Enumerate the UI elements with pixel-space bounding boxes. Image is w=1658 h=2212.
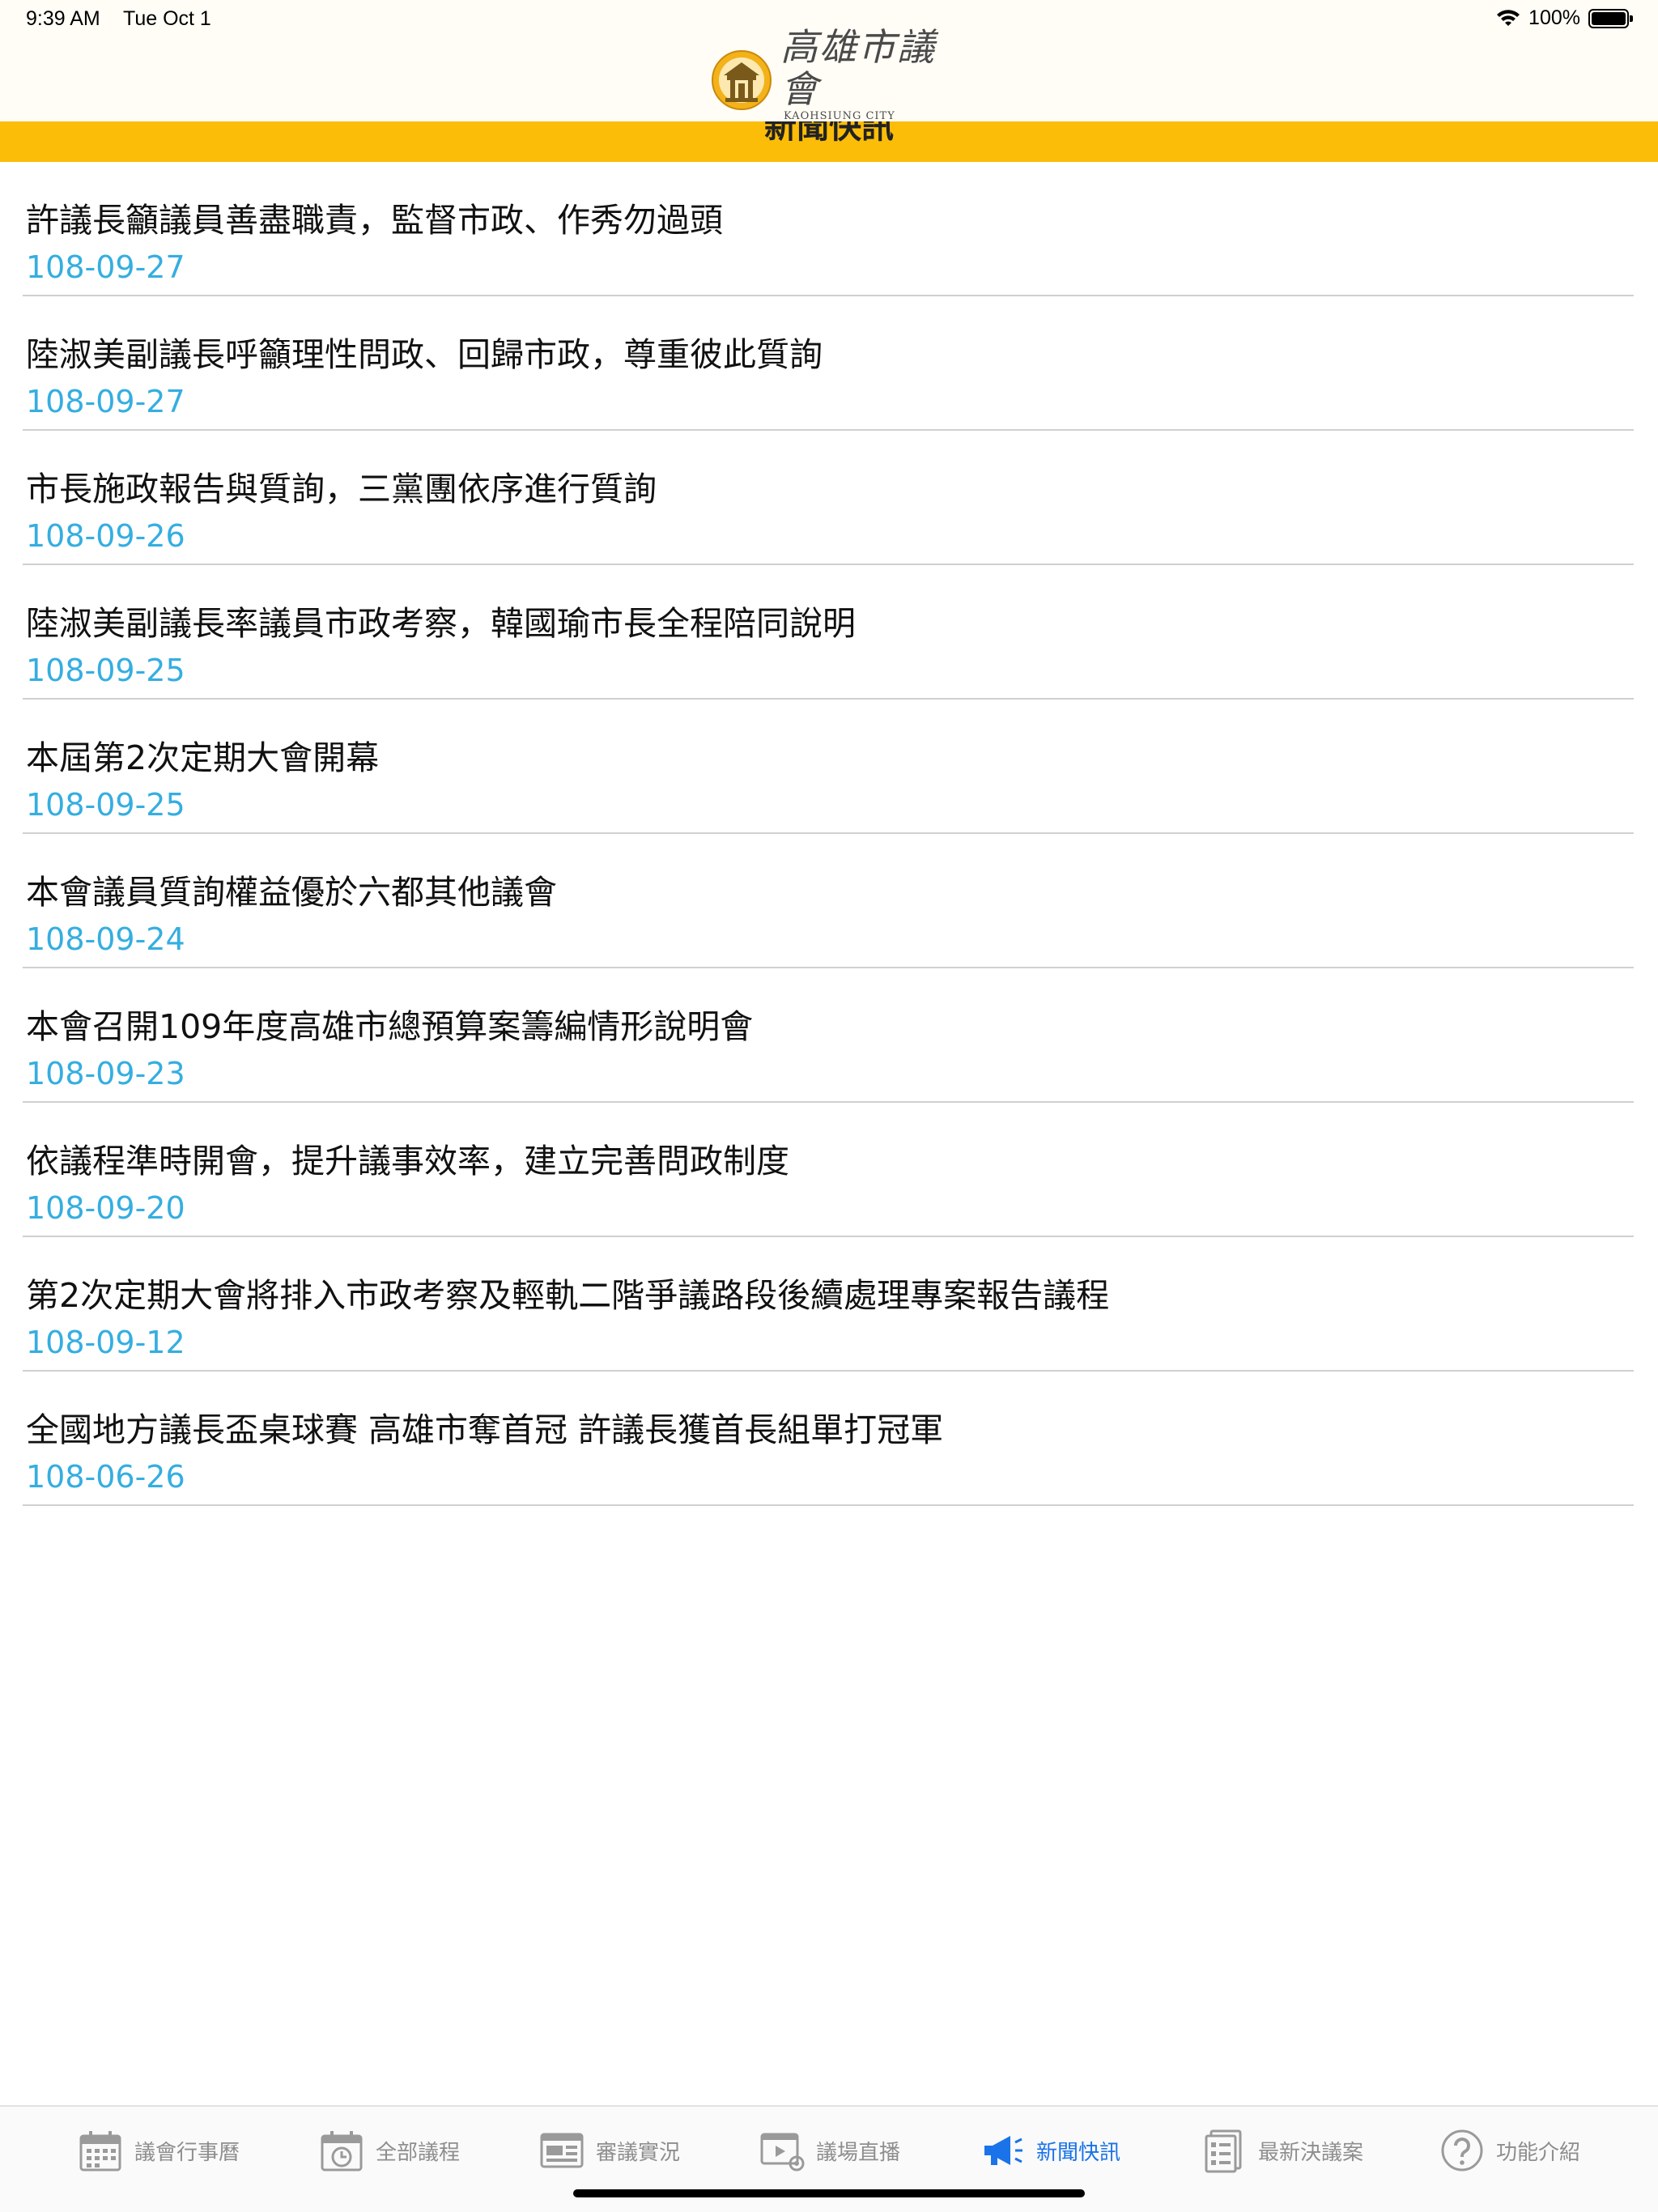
news-list-item[interactable]: 本會召開109年度高雄市總預算案籌編情形說明會 108-09-23 — [23, 968, 1634, 1103]
status-right: 100% — [1496, 6, 1633, 30]
tab-clock-calendar[interactable]: 全部議程 — [319, 2125, 460, 2176]
tab-label: 功能介紹 — [1496, 2140, 1581, 2165]
news-date: 108-09-24 — [26, 921, 185, 957]
logo-title: 高雄市議會 — [780, 25, 936, 111]
news-date: 108-09-25 — [26, 653, 185, 688]
tab-video-play[interactable]: 議場直播 — [759, 2125, 900, 2176]
status-time: 9:39 AM — [26, 7, 100, 30]
battery-percent: 100% — [1528, 6, 1580, 29]
news-list-item[interactable]: 本會議員質詢權益優於六都其他議會 108-09-24 — [23, 834, 1634, 968]
status-date: Tue Oct 1 — [123, 7, 211, 30]
news-title: 第2次定期大會將排入市政考察及輕軌二階爭議路段後續處理專案報告議程 — [26, 1276, 1110, 1315]
council-logo: 高雄市議會 KAOHSIUNG CITY COUNCIL — [709, 26, 952, 134]
tab-label: 新聞快訊 — [1036, 2140, 1121, 2165]
news-title: 陸淑美副議長呼籲理性問政、回歸市政，尊重彼此質詢 — [26, 335, 823, 374]
news-title: 本會議員質詢權益優於六都其他議會 — [26, 873, 557, 912]
tab-help[interactable]: 功能介紹 — [1439, 2125, 1580, 2176]
news-date: 108-06-26 — [26, 1459, 185, 1495]
news-list-item[interactable]: 陸淑美副議長率議員市政考察，韓國瑜市長全程陪同說明 108-09-25 — [23, 565, 1634, 700]
news-list-item[interactable]: 市長施政報告與質詢，三黨團依序進行質詢 108-09-26 — [23, 431, 1634, 565]
news-list-item[interactable]: 全國地方議長盃桌球賽 高雄市奪首冠 許議長獲首長組單打冠軍 108-06-26 — [23, 1372, 1634, 1506]
tab-label: 最新決議案 — [1258, 2140, 1364, 2165]
news-list-item[interactable]: 本屆第2次定期大會開幕 108-09-25 — [23, 700, 1634, 834]
section-title-bar: 新聞快訊 — [0, 121, 1658, 162]
news-title: 許議長籲議員善盡職責，監督市政、作秀勿過頭 — [26, 201, 723, 240]
logo-text: 高雄市議會 KAOHSIUNG CITY COUNCIL — [780, 26, 952, 134]
news-list-item[interactable]: 陸淑美副議長呼籲理性問政、回歸市政，尊重彼此質詢 108-09-27 — [23, 296, 1634, 431]
news-date: 108-09-12 — [26, 1325, 185, 1360]
news-list: 許議長籲議員善盡職責，監督市政、作秀勿過頭 108-09-27 陸淑美副議長呼籲理性… — [23, 162, 1634, 1506]
tab-megaphone[interactable]: 新聞快訊 — [980, 2125, 1120, 2176]
clock-calendar-icon — [321, 2131, 363, 2172]
news-date: 108-09-27 — [26, 249, 185, 285]
news-date: 108-09-26 — [26, 518, 185, 554]
tab-browser-window[interactable]: 審議實況 — [539, 2125, 680, 2176]
tab-label: 議場直播 — [816, 2140, 901, 2165]
news-title: 本會召開109年度高雄市總預算案籌編情形說明會 — [26, 1007, 754, 1046]
news-title: 市長施政報告與質詢，三黨團依序進行質詢 — [26, 470, 657, 508]
tab-document-list[interactable]: 最新決議案 — [1201, 2125, 1363, 2176]
wifi-icon — [1497, 9, 1520, 26]
battery-icon — [1588, 8, 1633, 28]
help-icon — [1441, 2129, 1483, 2172]
news-date: 108-09-27 — [26, 384, 185, 419]
news-date: 108-09-23 — [26, 1056, 185, 1091]
tab-calendar[interactable]: 議會行事曆 — [78, 2125, 240, 2176]
tab-label: 議會行事曆 — [134, 2140, 240, 2165]
news-title: 本屆第2次定期大會開幕 — [26, 738, 380, 777]
news-title: 全國地方議長盃桌球賽 高雄市奪首冠 許議長獲首長組單打冠軍 — [26, 1410, 944, 1449]
tab-label: 全部議程 — [376, 2140, 461, 2165]
news-date: 108-09-20 — [26, 1190, 185, 1226]
tab-label: 審議實況 — [596, 2140, 681, 2165]
news-list-item[interactable]: 許議長籲議員善盡職責，監督市政、作秀勿過頭 108-09-27 — [23, 162, 1634, 296]
news-list-item[interactable]: 第2次定期大會將排入市政考察及輕軌二階爭議路段後續處理專案報告議程 108-09-… — [23, 1237, 1634, 1372]
news-title: 陸淑美副議長率議員市政考察，韓國瑜市長全程陪同說明 — [26, 604, 856, 643]
calendar-icon — [79, 2131, 121, 2172]
app-header: 高雄市議會 KAOHSIUNG CITY COUNCIL — [0, 26, 1658, 134]
video-play-icon — [760, 2133, 805, 2172]
council-emblem-icon — [712, 50, 772, 110]
news-list-item[interactable]: 依議程準時開會，提升議事效率，建立完善問政制度 108-09-20 — [23, 1103, 1634, 1237]
section-title: 新聞快訊 — [764, 121, 894, 146]
megaphone-icon — [984, 2136, 1022, 2165]
home-indicator — [573, 2189, 1085, 2197]
news-date: 108-09-25 — [26, 787, 185, 823]
news-title: 依議程準時開會，提升議事效率，建立完善問政制度 — [26, 1142, 789, 1180]
browser-window-icon — [540, 2133, 584, 2168]
document-list-icon — [1205, 2129, 1242, 2173]
